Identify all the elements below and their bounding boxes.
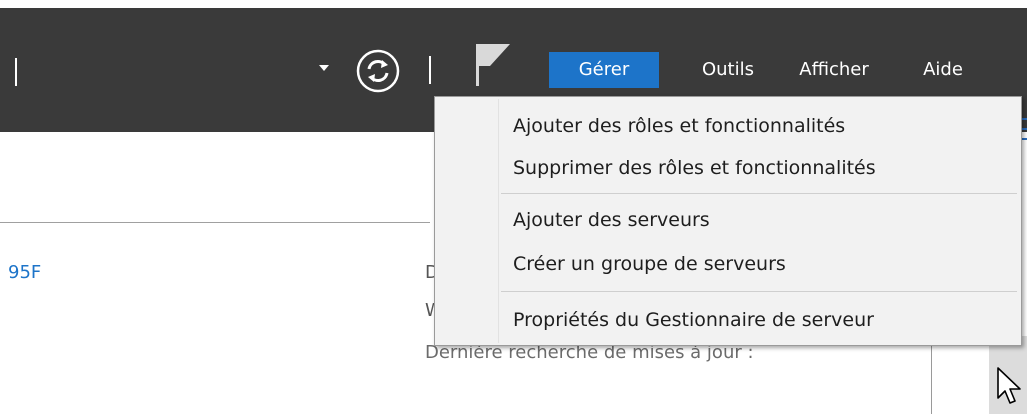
dropdown-arrow-icon[interactable] <box>319 65 329 71</box>
menu-item-add-roles[interactable]: Ajouter des rôles et fonctionnalités <box>513 111 845 141</box>
menu-aide[interactable]: Aide <box>906 52 980 88</box>
menu-item-add-servers[interactable]: Ajouter des serveurs <box>513 205 710 235</box>
mouse-cursor-icon <box>997 367 1021 404</box>
menu-gutter <box>498 99 499 343</box>
toolbar-separator <box>429 56 431 84</box>
section-divider <box>0 222 430 223</box>
menu-outils[interactable]: Outils <box>684 52 772 88</box>
flag-icon[interactable] <box>474 42 512 88</box>
refresh-icon[interactable] <box>355 48 401 94</box>
menu-gerer[interactable]: Gérer <box>549 52 659 88</box>
window-top-edge <box>0 0 1027 8</box>
menu-separator <box>501 291 1017 292</box>
menu-item-create-server-group[interactable]: Créer un groupe de serveurs <box>513 249 786 279</box>
menu-item-remove-roles[interactable]: Supprimer des rôles et fonctionnalités <box>513 153 876 183</box>
menu-separator <box>501 193 1017 194</box>
gerer-dropdown-menu: Ajouter des rôles et fonctionnalités Sup… <box>434 96 1022 346</box>
menu-item-server-manager-properties[interactable]: Propriétés du Gestionnaire de serveur <box>513 305 874 335</box>
breadcrumb-caret <box>15 58 17 86</box>
server-name-link[interactable]: 95F <box>8 262 41 283</box>
menu-afficher[interactable]: Afficher <box>784 52 884 88</box>
